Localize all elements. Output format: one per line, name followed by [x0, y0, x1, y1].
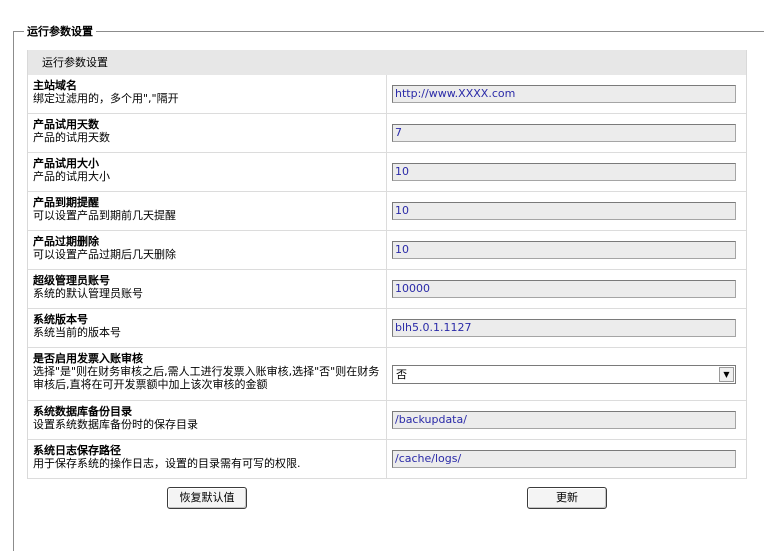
expiry-remind-input[interactable]: 10: [392, 202, 736, 220]
setting-desc: 系统的默认管理员账号: [33, 287, 143, 300]
setting-row-trial-size: 产品试用大小 产品的试用大小 10: [28, 153, 746, 192]
setting-desc: 绑定过滤用的，多个用","隔开: [33, 92, 179, 105]
setting-row-admin-account: 超级管理员账号 系统的默认管理员账号 10000: [28, 270, 746, 309]
setting-desc: 产品的试用大小: [33, 170, 110, 183]
setting-row-backup-dir: 系统数据库备份目录 设置系统数据库备份时的保存目录 /backupdata/: [28, 401, 746, 440]
version-input[interactable]: blh5.0.1.1127: [392, 319, 736, 337]
setting-row-trial-days: 产品试用天数 产品的试用天数 7: [28, 114, 746, 153]
chevron-down-icon[interactable]: ▼: [719, 366, 734, 382]
settings-panel: 运行参数设置 主站域名 绑定过滤用的，多个用","隔开 http://www.X…: [27, 50, 747, 479]
update-button[interactable]: 更新: [527, 487, 607, 509]
setting-row-invoice-audit: 是否启用发票入账审核 选择"是"则在财务审核之后,需人工进行发票入账审核,选择"…: [28, 348, 746, 401]
setting-title: 产品过期删除: [33, 235, 99, 248]
select-value: 否: [396, 368, 407, 381]
fieldset-legend: 运行参数设置: [24, 23, 96, 39]
backup-dir-input[interactable]: /backupdata/: [392, 411, 736, 429]
setting-title: 系统版本号: [33, 313, 88, 326]
setting-desc: 产品的试用天数: [33, 131, 110, 144]
invoice-audit-select[interactable]: 否 ▼: [392, 364, 736, 384]
trial-days-input[interactable]: 7: [392, 124, 736, 142]
restore-default-button[interactable]: 恢复默认值: [167, 487, 247, 509]
expiry-delete-input[interactable]: 10: [392, 241, 736, 259]
setting-desc: 可以设置产品到期前几天提醒: [33, 209, 176, 222]
setting-title: 产品试用天数: [33, 118, 99, 131]
setting-title: 产品到期提醒: [33, 196, 99, 209]
setting-row-log-path: 系统日志保存路径 用于保存系统的操作日志，设置的目录需有可写的权限. /cach…: [28, 440, 746, 479]
setting-title: 系统数据库备份目录: [33, 405, 132, 418]
setting-desc: 选择"是"则在财务审核之后,需人工进行发票入账审核,选择"否"则在财务审核后,直…: [33, 365, 380, 391]
setting-title: 是否启用发票入账审核: [33, 352, 143, 365]
setting-title: 系统日志保存路径: [33, 444, 121, 457]
setting-desc: 可以设置产品过期后几天删除: [33, 248, 176, 261]
setting-row-version: 系统版本号 系统当前的版本号 blh5.0.1.1127: [28, 309, 746, 348]
setting-title: 超级管理员账号: [33, 274, 110, 287]
setting-row-domain: 主站域名 绑定过滤用的，多个用","隔开 http://www.XXXX.com: [28, 75, 746, 114]
setting-title: 产品试用大小: [33, 157, 99, 170]
panel-header: 运行参数设置: [28, 50, 746, 75]
domain-input[interactable]: http://www.XXXX.com: [392, 85, 736, 103]
trial-size-input[interactable]: 10: [392, 163, 736, 181]
setting-row-expiry-remind: 产品到期提醒 可以设置产品到期前几天提醒 10: [28, 192, 746, 231]
setting-row-expiry-delete: 产品过期删除 可以设置产品过期后几天删除 10: [28, 231, 746, 270]
setting-desc: 用于保存系统的操作日志，设置的目录需有可写的权限.: [33, 457, 301, 470]
setting-title: 主站域名: [33, 79, 77, 92]
setting-desc: 设置系统数据库备份时的保存目录: [33, 418, 198, 431]
setting-desc: 系统当前的版本号: [33, 326, 121, 339]
log-path-input[interactable]: /cache/logs/: [392, 450, 736, 468]
admin-account-input[interactable]: 10000: [392, 280, 736, 298]
